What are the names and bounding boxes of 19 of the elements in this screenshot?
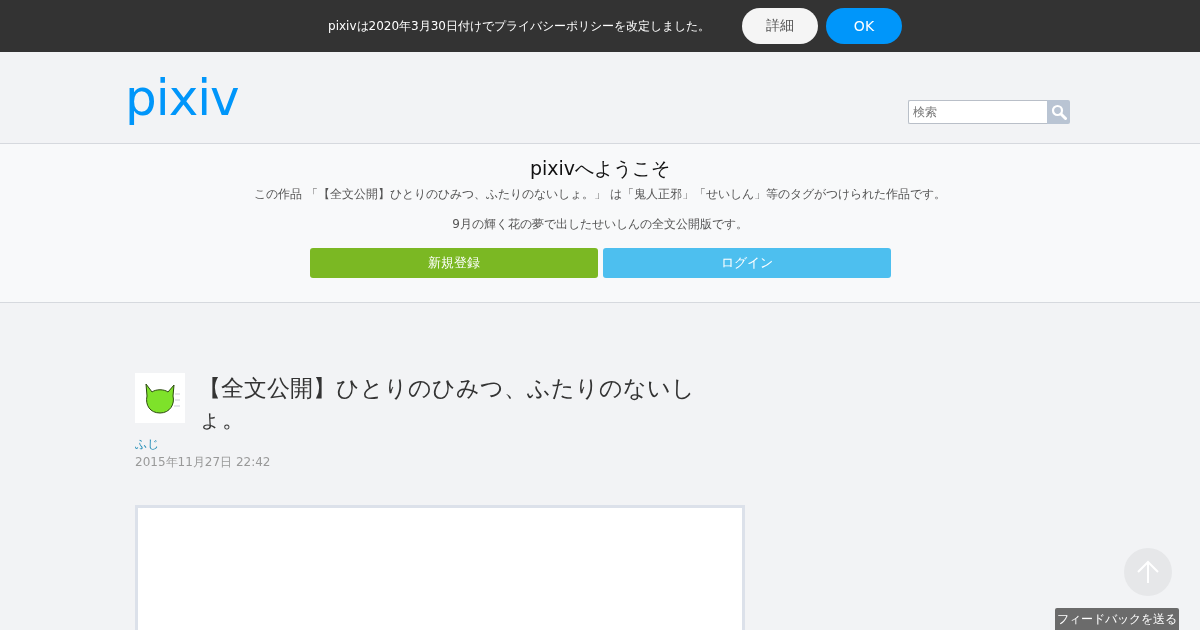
work-caption: 9月の輝く花の夢で出したせいしんの全文公開版です。 [452,216,748,232]
search-field[interactable]: 検索 [908,100,1047,124]
ok-button[interactable]: OK [825,8,902,44]
login-button[interactable]: ログイン [602,248,891,278]
notice-message: pixivは2020年3月30日付けでプライバシーポリシーを改定しました。 [328,17,710,35]
work-description: この作品 「【全文公開】ひとりのひみつ、ふたりのないしょ。」 は「鬼人正邪」「せいしん」等のタグがつけられた作品です。 [254,186,946,202]
work-title: 【全文公開】ひとりのひみつ、ふたりのないしょ。 [198,374,696,434]
logo[interactable]: pixiv [125,70,239,126]
search-button[interactable] [1047,100,1070,124]
welcome-title: pixivへようこそ [529,156,671,180]
avatar[interactable] [135,373,185,423]
feedback-button[interactable]: フィードバックを送る [1055,608,1179,630]
back-to-top-button[interactable] [1124,548,1172,596]
up-arrow-icon [1136,560,1160,584]
post-date: 2015年11月27日 22:42 [135,454,272,471]
search-icon [1050,104,1067,120]
details-button[interactable]: 詳細 [741,8,818,44]
signup-button[interactable]: 新規登録 [309,248,598,278]
author-link[interactable]: ふじ [135,435,159,453]
